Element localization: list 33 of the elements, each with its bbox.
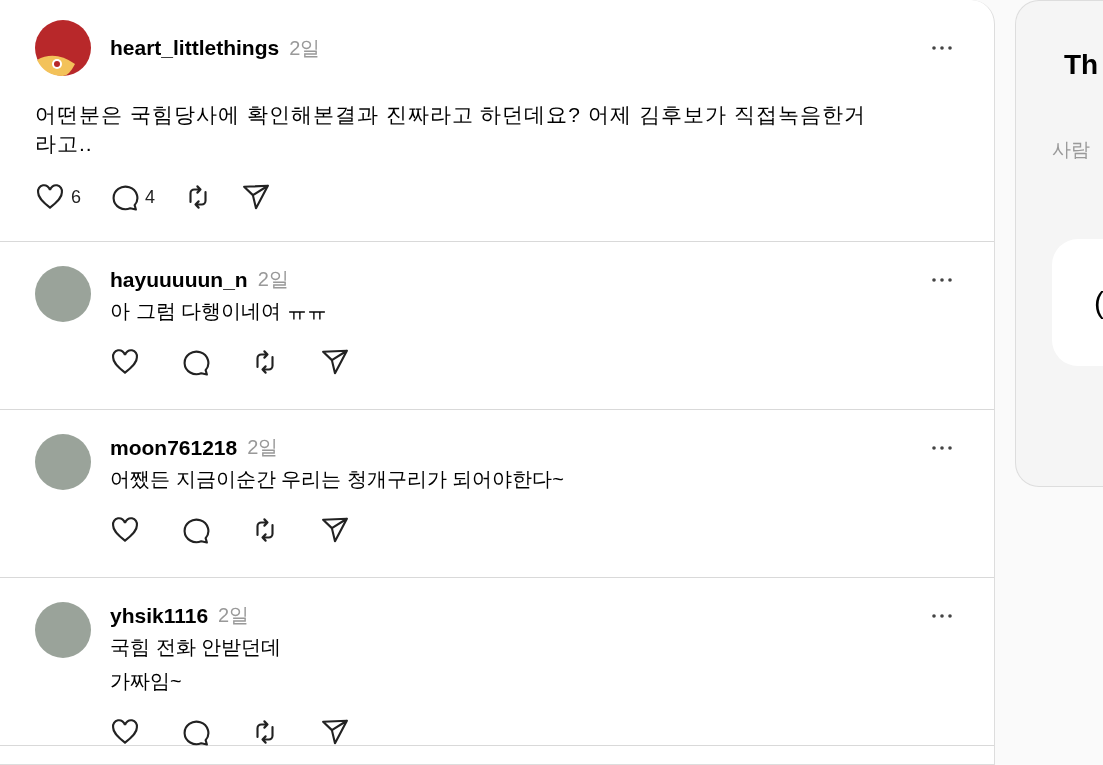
avatar[interactable] xyxy=(35,434,91,490)
username[interactable]: hayuuuuun_n xyxy=(110,267,248,292)
more-icon[interactable] xyxy=(932,46,952,50)
reply-text: 아 그럼 다행이네여 ㅠㅠ xyxy=(110,299,328,324)
inner-text: ( xyxy=(1094,285,1103,320)
avatar-icon[interactable] xyxy=(35,20,91,76)
reply-time: 2일 xyxy=(257,267,289,292)
share-icon[interactable] xyxy=(241,182,272,212)
share-icon[interactable] xyxy=(320,347,350,377)
username[interactable]: heart_littlethings xyxy=(110,36,280,60)
reply-time: 2일 xyxy=(218,603,250,628)
card-title: Th xyxy=(1064,49,1100,81)
card-subtitle: 사람 xyxy=(1052,138,1091,162)
reply-time: 2일 xyxy=(247,435,279,460)
like-icon[interactable] xyxy=(110,515,140,545)
more-icon[interactable] xyxy=(932,613,952,618)
avatar[interactable] xyxy=(35,266,91,322)
like-icon[interactable] xyxy=(110,717,140,747)
username[interactable]: moon761218 xyxy=(110,435,238,460)
like-icon[interactable] xyxy=(110,347,140,377)
reply-text: 국힘 전화 안받던데 xyxy=(110,635,283,660)
avatar[interactable] xyxy=(35,602,91,658)
reply-text: 어쨌든 지금이순간 우리는 청개구리가 되어야한다~ xyxy=(110,467,565,492)
post-time: 2일 xyxy=(289,35,321,61)
username[interactable]: yhsik1116 xyxy=(110,603,209,628)
share-icon[interactable] xyxy=(320,717,350,747)
more-icon[interactable] xyxy=(932,445,952,450)
comment-button[interactable]: 4 xyxy=(109,182,156,212)
post-text: 어떤분은 국힘당사에 확인해본결과 진짜라고 하던데요? 어제 김후보가 직접녹음한거라고.. xyxy=(35,102,867,157)
share-icon[interactable] xyxy=(320,515,350,545)
inner-card[interactable]: ( xyxy=(1052,239,1103,366)
reply-text: 가짜임~ xyxy=(110,669,183,694)
more-icon[interactable] xyxy=(932,277,952,282)
